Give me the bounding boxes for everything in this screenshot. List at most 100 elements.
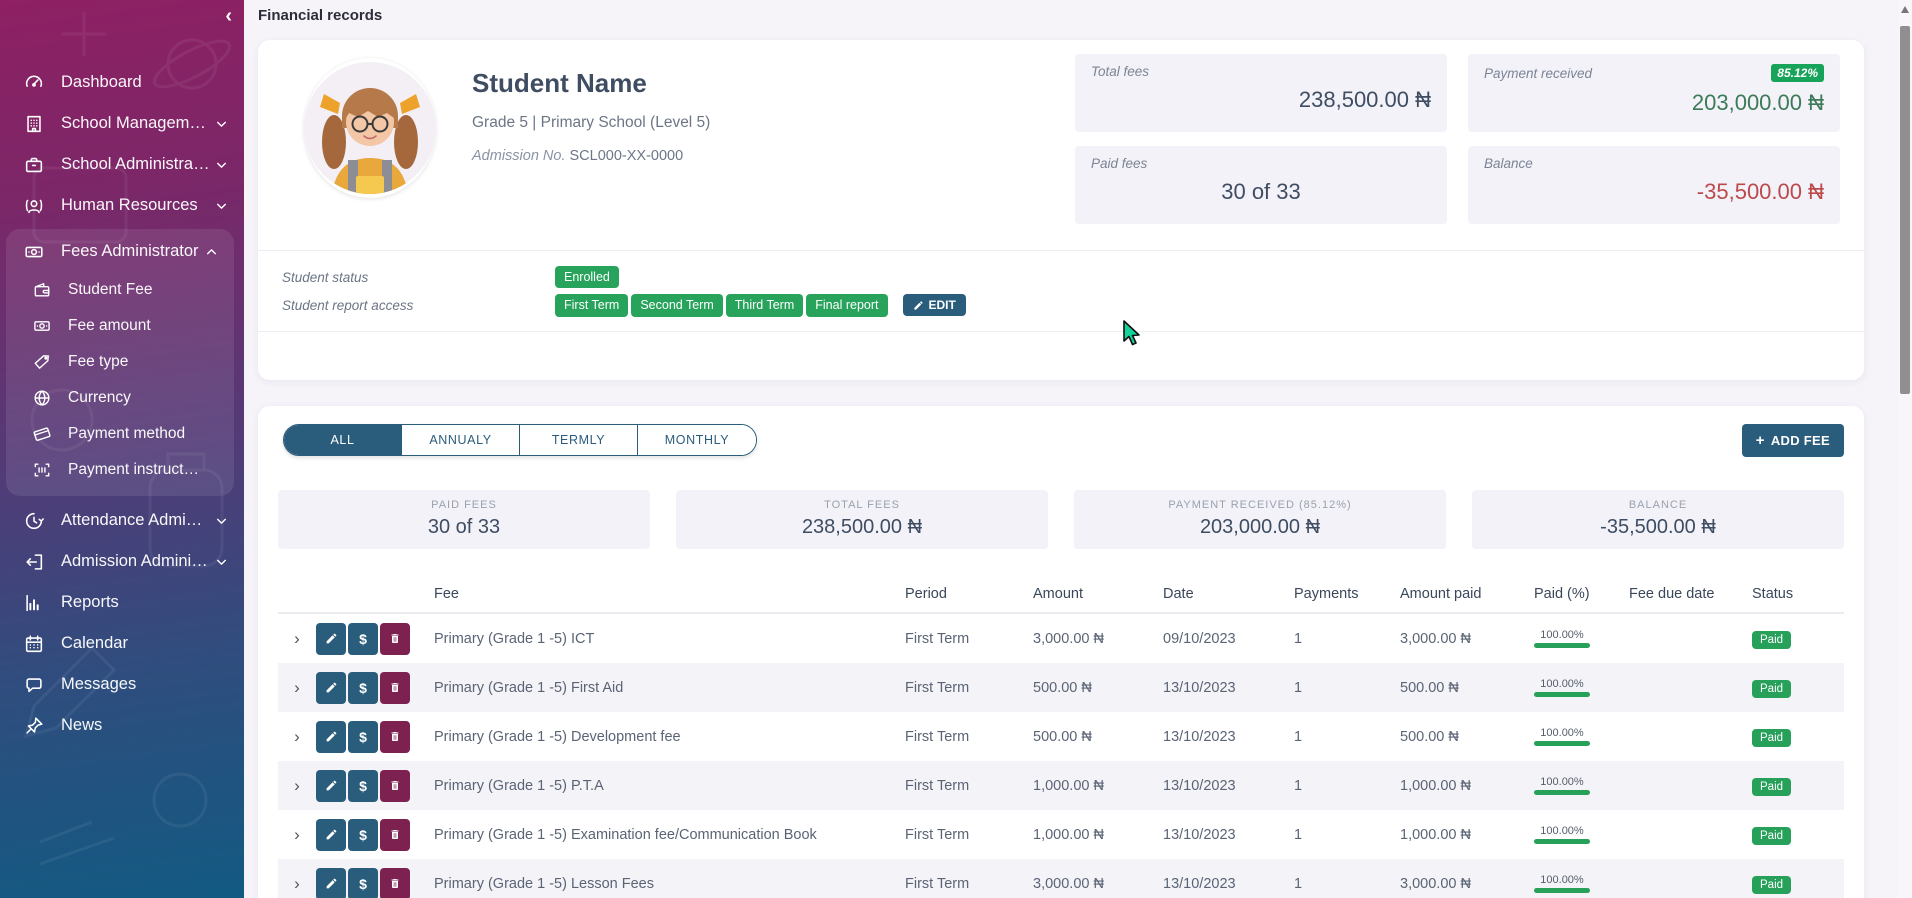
column-header-period: Period [905, 586, 1033, 602]
row-actions: $ [316, 868, 416, 898]
table-row: › $ Primary (Grade 1 -5) First Aid First… [278, 663, 1844, 712]
summary-box-payment-received-85-12: PAYMENT RECEIVED (85.12%) 203,000.00 ₦ [1074, 490, 1446, 549]
summary-box-paid-fees: PAID FEES 30 of 33 [278, 490, 650, 549]
row-actions: $ [316, 721, 416, 753]
column-header-status: Status [1752, 586, 1844, 602]
edit-fee-button[interactable] [316, 721, 346, 753]
trash-icon [389, 779, 401, 792]
tab-termly[interactable]: TERMLY [520, 425, 638, 455]
paid-status-badge: Paid [1752, 631, 1791, 649]
column-header-amount-paid: Amount paid [1400, 586, 1534, 602]
fee-date: 09/10/2023 [1163, 631, 1294, 647]
payment-received-box: Payment received 85.12% 203,000.00 ₦ [1468, 54, 1840, 132]
sidebar-item-human-resources[interactable]: Human Resources [0, 185, 244, 226]
sidebar-item-dashboard[interactable]: Dashboard [0, 62, 244, 103]
delete-fee-button[interactable] [380, 623, 410, 655]
column-header-payments: Payments [1294, 586, 1400, 602]
sidebar-item-admission-administ[interactable]: Admission Administ... [0, 541, 244, 582]
dollar-icon: $ [359, 876, 367, 892]
tab-all[interactable]: ALL [284, 425, 402, 455]
pencil-icon [325, 632, 338, 645]
sidebar-item-currency[interactable]: Currency [6, 380, 234, 416]
fee-name: Primary (Grade 1 -5) First Aid [416, 680, 905, 696]
edit-fee-button[interactable] [316, 672, 346, 704]
fee-status: Paid [1752, 680, 1844, 696]
sidebar-item-fee-type[interactable]: Fee type [6, 344, 234, 380]
scrollbar-thumb[interactable] [1900, 26, 1910, 394]
paid-fees-label: Paid fees [1091, 156, 1147, 171]
sidebar-item-calendar[interactable]: Calendar [0, 623, 244, 664]
payment-received-label: Payment received [1484, 66, 1592, 81]
sidebar-item-payment-method[interactable]: Payment method [6, 416, 234, 452]
sidebar-item-school-management[interactable]: School Management [0, 103, 244, 144]
gauge-icon [22, 71, 46, 95]
row-expand-chevron[interactable]: › [278, 826, 316, 843]
row-expand-chevron[interactable]: › [278, 777, 316, 794]
table-row: › $ Primary (Grade 1 -5) Development fee… [278, 712, 1844, 761]
calendar-icon [22, 632, 46, 656]
row-expand-chevron[interactable]: › [278, 728, 316, 745]
pay-fee-button[interactable]: $ [348, 672, 378, 704]
sidebar-item-news[interactable]: News [0, 705, 244, 746]
edit-fee-button[interactable] [316, 623, 346, 655]
fee-name: Primary (Grade 1 -5) Development fee [416, 729, 905, 745]
summary-value: 238,500.00 ₦ [676, 516, 1048, 539]
student-admission: Admission No. SCL000-XX-0000 [472, 148, 710, 164]
edit-fee-button[interactable] [316, 770, 346, 802]
sidebar-item-student-fee[interactable]: Student Fee [6, 272, 234, 308]
row-expand-chevron[interactable]: › [278, 630, 316, 647]
sidebar-item-fee-amount[interactable]: Fee amount [6, 308, 234, 344]
pay-fee-button[interactable]: $ [348, 721, 378, 753]
delete-fee-button[interactable] [380, 819, 410, 851]
vertical-scrollbar [1898, 0, 1912, 898]
summary-box-total-fees: TOTAL FEES 238,500.00 ₦ [676, 490, 1048, 549]
dollar-icon: $ [359, 680, 367, 696]
scrollbar-up-arrow[interactable] [1901, 6, 1909, 13]
row-expand-chevron[interactable]: › [278, 679, 316, 696]
fees-table-header: FeePeriodAmountDatePaymentsAmount paidPa… [278, 576, 1844, 614]
trash-icon [389, 681, 401, 694]
trash-icon [389, 828, 401, 841]
pay-fee-button[interactable]: $ [348, 819, 378, 851]
add-fee-button[interactable]: + ADD FEE [1742, 424, 1844, 457]
pay-fee-button[interactable]: $ [348, 623, 378, 655]
sidebar-item-school-administrator[interactable]: School Administrator [0, 144, 244, 185]
student-grade: Grade 5 | Primary School (Level 5) [472, 114, 710, 132]
delete-fee-button[interactable] [380, 672, 410, 704]
balance-value: -35,500.00 ₦ [1484, 179, 1824, 205]
fee-amount-paid: 500.00 ₦ [1400, 729, 1534, 745]
pencil-icon [325, 877, 338, 890]
page-title: Financial records [258, 7, 382, 24]
summary-label: BALANCE [1472, 499, 1844, 511]
fee-period: First Term [905, 729, 1033, 745]
sidebar-item-payment-instructions[interactable]: Payment instructions [6, 452, 234, 488]
people-icon [22, 194, 46, 218]
row-expand-chevron[interactable]: › [278, 875, 316, 892]
summary-value: 30 of 33 [278, 516, 650, 539]
pay-fee-button[interactable]: $ [348, 868, 378, 898]
paid-percent: 100.00% [1534, 727, 1590, 746]
sidebar-item-messages[interactable]: Messages [0, 664, 244, 705]
sidebar-item-reports[interactable]: Reports [0, 582, 244, 623]
sidebar-item-attendance-admini[interactable]: Attendance Admini... [0, 500, 244, 541]
scan-icon [30, 458, 54, 482]
sidebar-item-fees-administrator[interactable]: Fees Administrator [6, 231, 234, 272]
pay-fee-button[interactable]: $ [348, 770, 378, 802]
paid-percent: 100.00% [1534, 678, 1590, 697]
paid-status-badge: Paid [1752, 729, 1791, 747]
delete-fee-button[interactable] [380, 721, 410, 753]
fee-name: Primary (Grade 1 -5) Examination fee/Com… [416, 827, 905, 843]
sidebar-collapse-button[interactable]: ‹ [225, 6, 232, 26]
delete-fee-button[interactable] [380, 770, 410, 802]
dollar-icon: $ [359, 827, 367, 843]
summary-label: PAYMENT RECEIVED (85.12%) [1074, 499, 1446, 511]
delete-fee-button[interactable] [380, 868, 410, 898]
tab-monthly[interactable]: MONTHLY [638, 425, 756, 455]
edit-fee-button[interactable] [316, 868, 346, 898]
edit-fee-button[interactable] [316, 819, 346, 851]
edit-report-access-button[interactable]: EDIT [903, 294, 966, 316]
tab-annualy[interactable]: ANNUALY [402, 425, 520, 455]
fee-amount-paid: 500.00 ₦ [1400, 680, 1534, 696]
balance-box: Balance -35,500.00 ₦ [1468, 146, 1840, 224]
table-row: › $ Primary (Grade 1 -5) P.T.A First Ter… [278, 761, 1844, 810]
